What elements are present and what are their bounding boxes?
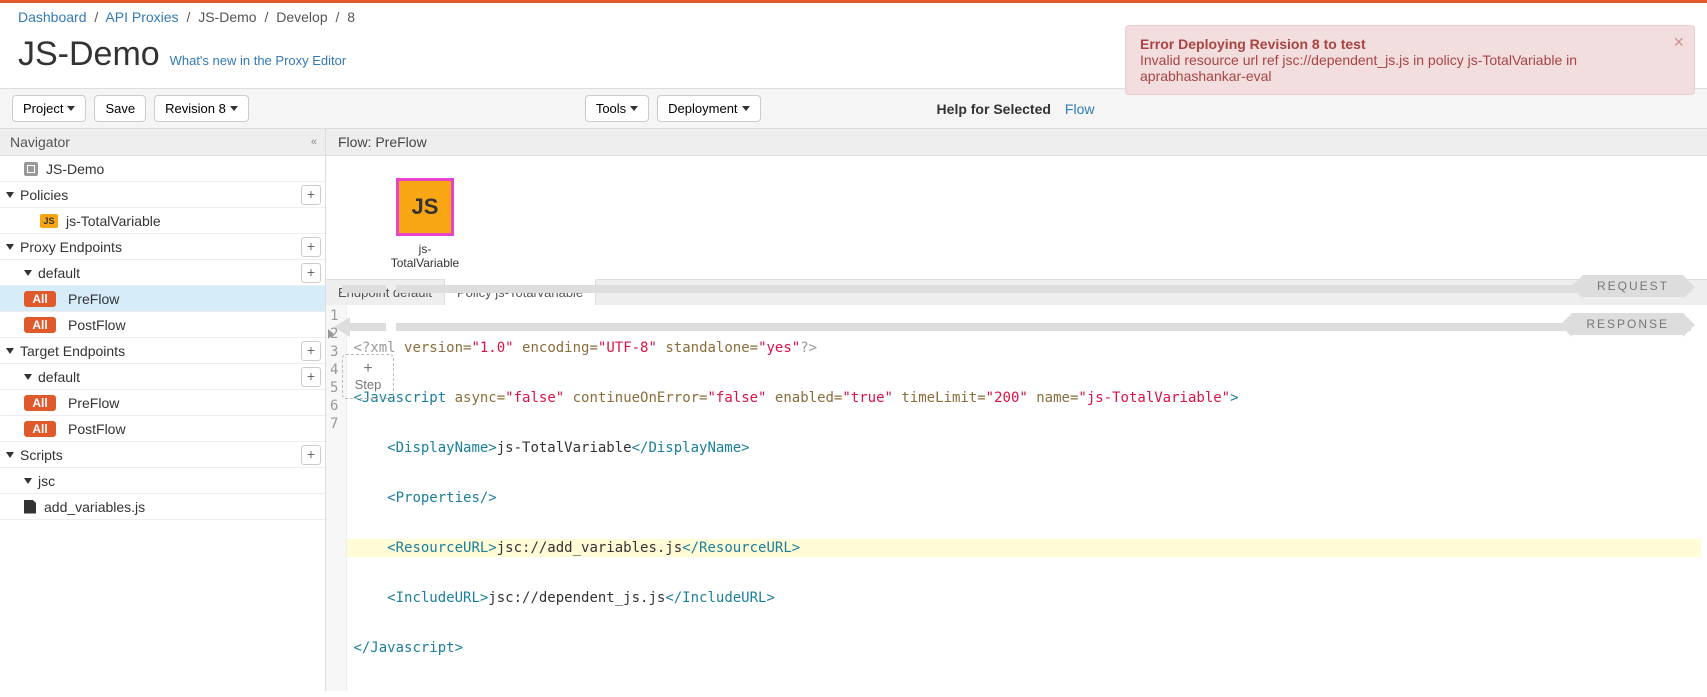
- breadcrumb-develop: Develop: [276, 9, 327, 25]
- add-script-button[interactable]: +: [301, 445, 321, 465]
- chevron-down-icon: [24, 374, 32, 380]
- breadcrumb-proxy-name: JS-Demo: [198, 9, 256, 25]
- chevron-down-icon: [6, 348, 14, 354]
- navigator-title: Navigator: [10, 134, 70, 150]
- request-label: REQUEST: [1583, 275, 1683, 297]
- nav-target-preflow[interactable]: All PreFlow: [0, 390, 325, 416]
- add-policy-button[interactable]: +: [301, 185, 321, 205]
- nav-section-target-endpoints[interactable]: Target Endpoints +: [0, 338, 325, 364]
- flow-header: Flow: PreFlow: [326, 129, 1707, 156]
- add-flow-button[interactable]: +: [301, 263, 321, 283]
- chevron-down-icon: [230, 106, 238, 111]
- error-title: Error Deploying Revision 8 to test: [1140, 36, 1680, 52]
- nav-policy-item[interactable]: JS js-TotalVariable: [0, 208, 325, 234]
- policy-tile-label: js-TotalVariable: [390, 242, 460, 271]
- app-icon: [24, 162, 38, 176]
- nav-target-default[interactable]: default +: [0, 364, 325, 390]
- all-badge: All: [24, 421, 56, 437]
- collapse-icon[interactable]: «: [311, 136, 315, 148]
- help-flow-link[interactable]: Flow: [1065, 101, 1095, 117]
- nav-proxy-postflow[interactable]: All PostFlow: [0, 312, 325, 338]
- plus-icon: +: [347, 361, 389, 377]
- response-flow-line: RESPONSE: [342, 322, 1691, 332]
- add-proxy-endpoint-button[interactable]: +: [301, 237, 321, 257]
- code-editor[interactable]: 1 2 3 4 5 6 7 <?xml version="1.0" encodi…: [326, 305, 1707, 691]
- all-badge: All: [24, 317, 56, 333]
- file-icon: [24, 500, 36, 514]
- close-icon[interactable]: ×: [1673, 32, 1684, 53]
- error-alert: × Error Deploying Revision 8 to test Inv…: [1125, 25, 1695, 95]
- nav-target-postflow[interactable]: All PostFlow: [0, 416, 325, 442]
- help-for-selected-label: Help for Selected: [937, 101, 1051, 117]
- add-step-button[interactable]: + Step: [342, 354, 394, 399]
- add-target-endpoint-button[interactable]: +: [301, 341, 321, 361]
- add-target-flow-button[interactable]: +: [301, 367, 321, 387]
- nav-jsc-folder[interactable]: jsc: [0, 468, 325, 494]
- breadcrumb-api-proxies[interactable]: API Proxies: [105, 9, 178, 25]
- js-icon: JS: [40, 214, 58, 228]
- nav-section-policies[interactable]: Policies +: [0, 182, 325, 208]
- nav-section-scripts[interactable]: Scripts +: [0, 442, 325, 468]
- chevron-down-icon: [630, 106, 638, 111]
- breadcrumb-dashboard[interactable]: Dashboard: [18, 9, 87, 25]
- flow-canvas: JS js-TotalVariable REQUEST RESPONSE + S…: [326, 156, 1707, 279]
- nav-script-file[interactable]: add_variables.js: [0, 494, 325, 520]
- chevron-down-icon: [67, 106, 75, 111]
- chevron-down-icon: [6, 244, 14, 250]
- chevron-down-icon: [6, 452, 14, 458]
- nav-proxy-preflow[interactable]: All PreFlow: [0, 286, 325, 312]
- deployment-menu[interactable]: Deployment: [657, 95, 760, 122]
- chevron-down-icon: [24, 478, 32, 484]
- save-button[interactable]: Save: [94, 95, 146, 122]
- project-menu[interactable]: Project: [12, 95, 86, 122]
- chevron-down-icon: [742, 106, 750, 111]
- nav-root[interactable]: JS-Demo: [0, 156, 325, 182]
- revision-menu[interactable]: Revision 8: [154, 95, 249, 122]
- page-title: JS-Demo: [18, 35, 160, 73]
- whats-new-link[interactable]: What's new in the Proxy Editor: [170, 53, 347, 68]
- error-message: Invalid resource url ref jsc://dependent…: [1140, 52, 1680, 84]
- response-label: RESPONSE: [1572, 313, 1683, 335]
- request-flow-line: REQUEST: [342, 284, 1691, 294]
- navigator-panel: Navigator « JS-Demo Policies + JS js-Tot…: [0, 129, 326, 691]
- chevron-down-icon: [24, 270, 32, 276]
- breadcrumb-revision: 8: [347, 9, 355, 25]
- tools-menu[interactable]: Tools: [585, 95, 649, 122]
- all-badge: All: [24, 395, 56, 411]
- nav-proxy-default[interactable]: default +: [0, 260, 325, 286]
- js-icon: JS: [412, 194, 439, 220]
- code-body[interactable]: <?xml version="1.0" encoding="UTF-8" sta…: [347, 305, 1707, 691]
- chevron-down-icon: [6, 192, 14, 198]
- all-badge: All: [24, 291, 56, 307]
- nav-section-proxy-endpoints[interactable]: Proxy Endpoints +: [0, 234, 325, 260]
- policy-tile[interactable]: JS js-TotalVariable: [390, 178, 460, 271]
